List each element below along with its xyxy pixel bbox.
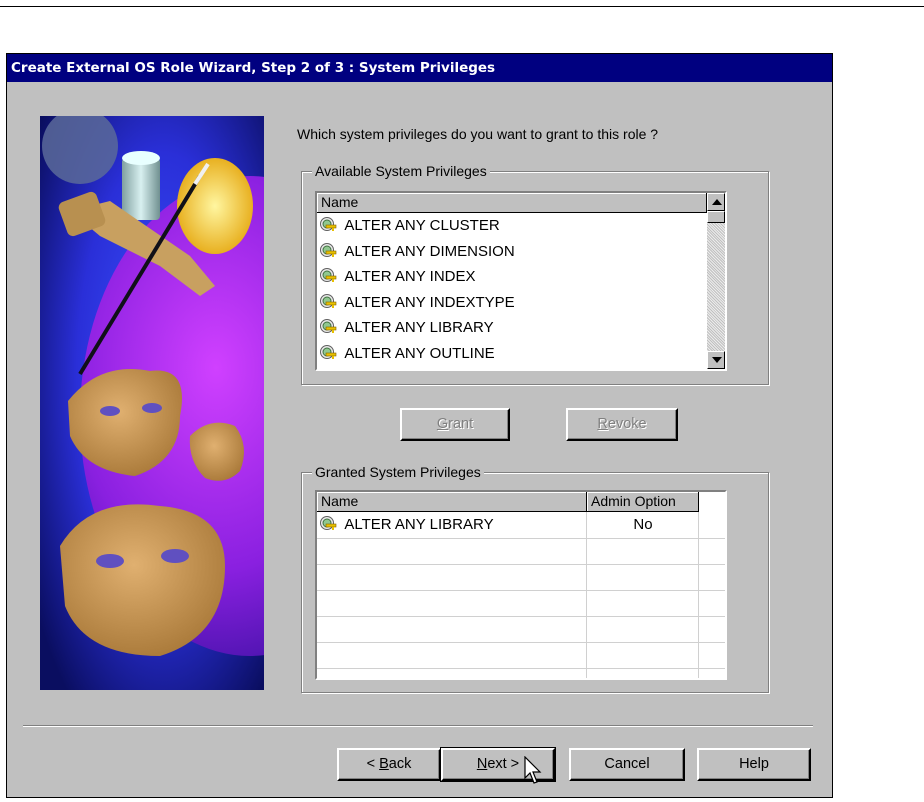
- scroll-up-button[interactable]: [707, 193, 725, 211]
- grant-button[interactable]: Grant: [400, 408, 510, 441]
- wizard-prompt: Which system privileges do you want to g…: [297, 126, 659, 142]
- help-button[interactable]: Help: [697, 748, 811, 781]
- role-key-icon: [320, 293, 337, 308]
- wizard-artwork: [40, 116, 264, 690]
- grid-row-line: [317, 668, 725, 669]
- privilege-name: ALTER ANY LIBRARY: [344, 516, 494, 533]
- available-privileges-legend: Available System Privileges: [312, 163, 490, 179]
- privilege-name: ALTER ANY LIBRARY: [344, 319, 494, 337]
- grid-row-line: [317, 590, 725, 591]
- scroll-down-button[interactable]: [707, 351, 725, 369]
- scroll-thumb[interactable]: [707, 211, 725, 223]
- grid-row-line: [317, 564, 725, 565]
- available-privileges-list[interactable]: Name ALTER ANY CLUSTER ALTER ANY DIMENSI…: [315, 191, 727, 371]
- available-privilege-item[interactable]: ALTER ANY CLUSTER: [317, 213, 707, 238]
- granted-admin-column-header[interactable]: Admin Option: [587, 492, 699, 512]
- granted-privileges-group: Granted System Privileges Name Admin Opt…: [301, 464, 769, 693]
- role-key-icon: [320, 319, 337, 334]
- available-name-column-header[interactable]: Name: [317, 193, 707, 213]
- granted-privileges-legend: Granted System Privileges: [312, 464, 484, 480]
- revoke-button[interactable]: Revoke: [566, 408, 678, 441]
- available-privilege-item[interactable]: ALTER ANY LIBRARY: [317, 315, 707, 340]
- footer-separator: [23, 725, 813, 727]
- available-privilege-item[interactable]: ALTER ANY OUTLINE: [317, 341, 707, 366]
- wizard-dialog: Create External OS Role Wizard, Step 2 o…: [6, 53, 833, 798]
- role-key-icon: [320, 217, 337, 232]
- arrow-up-icon: [712, 199, 722, 205]
- privilege-name: ALTER ANY CLUSTER: [344, 217, 500, 234]
- granted-privileges-table[interactable]: Name Admin Option ALTER ANY LIBRARY No: [315, 490, 727, 680]
- cancel-button[interactable]: Cancel: [569, 748, 685, 781]
- mouse-pointer-icon: [524, 756, 542, 784]
- available-privileges-group: Available System Privileges Name ALTER A…: [301, 163, 769, 385]
- available-privilege-item[interactable]: ALTER ANY INDEXTYPE: [317, 290, 707, 315]
- back-button[interactable]: < Back: [337, 748, 441, 781]
- privilege-name: ALTER ANY DIMENSION: [344, 242, 515, 260]
- top-divider-line: [0, 6, 924, 7]
- granted-name-column-header[interactable]: Name: [317, 492, 587, 512]
- role-key-icon: [320, 516, 337, 531]
- role-key-icon: [320, 345, 337, 360]
- arrow-down-icon: [712, 357, 722, 363]
- privilege-name: ALTER ANY INDEX: [344, 268, 476, 286]
- admin-option-value[interactable]: No: [587, 512, 699, 537]
- privilege-name: ALTER ANY INDEXTYPE: [344, 293, 515, 311]
- available-privilege-item[interactable]: ALTER ANY DIMENSION: [317, 239, 707, 264]
- window-title: Create External OS Role Wizard, Step 2 o…: [7, 54, 832, 82]
- available-privilege-item[interactable]: ALTER ANY INDEX: [317, 264, 707, 289]
- grid-row-line: [317, 538, 725, 539]
- grid-row-line: [317, 642, 725, 643]
- role-key-icon: [320, 268, 337, 283]
- artwork-image: [40, 116, 264, 690]
- privilege-name: ALTER ANY OUTLINE: [344, 345, 495, 362]
- available-list-scrollbar[interactable]: [707, 193, 725, 369]
- grid-row-line: [317, 616, 725, 617]
- role-key-icon: [320, 242, 337, 257]
- granted-privilege-row[interactable]: ALTER ANY LIBRARY No: [317, 512, 725, 537]
